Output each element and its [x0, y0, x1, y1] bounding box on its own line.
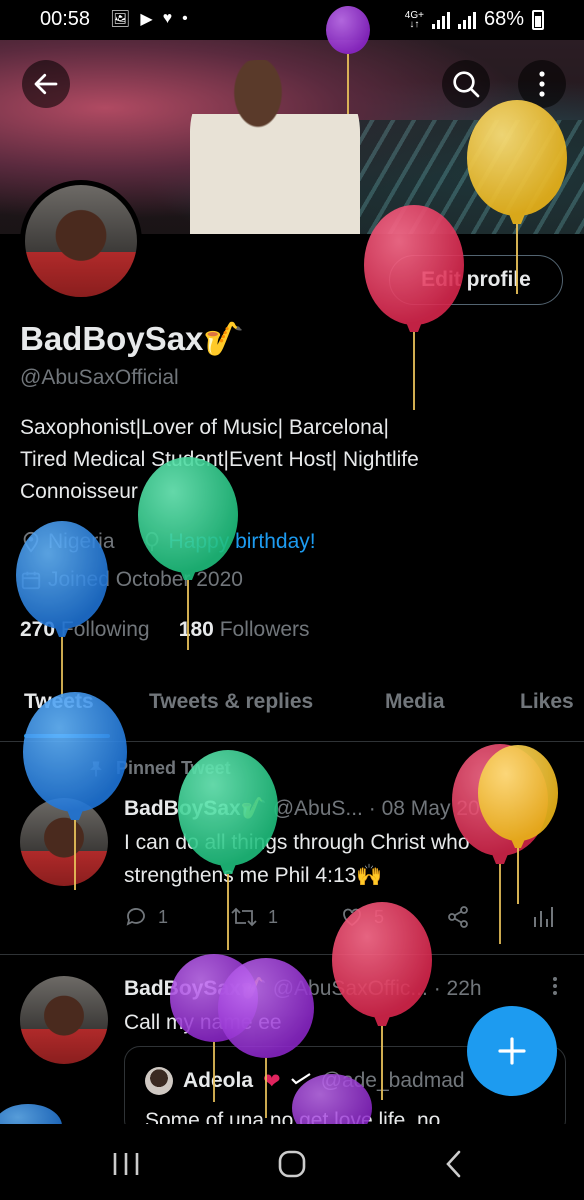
- tweet-author-name[interactable]: BadBoySax🎷: [124, 797, 267, 820]
- edit-profile-button[interactable]: Edit profile: [389, 255, 563, 305]
- retweet-count: 1: [268, 906, 279, 927]
- quoted-avatar: [145, 1067, 173, 1095]
- dot-icon: •: [182, 10, 188, 27]
- analytics-button[interactable]: [532, 905, 554, 929]
- tweet-time: · 22h: [433, 977, 482, 1000]
- arrow-left-icon: [34, 73, 58, 95]
- followers-count: 180: [178, 618, 214, 641]
- tweet-divider: [0, 954, 584, 955]
- notification-icons: 🖼 ▶ ♥ •: [110, 9, 188, 29]
- location-icon: [23, 531, 39, 553]
- chevron-left-icon: [446, 1150, 461, 1178]
- tweet-header: BadBoySax🎷 @AbuS... · 08 May 20: [124, 797, 480, 821]
- like-button[interactable]: 5: [340, 905, 384, 929]
- heart-emoji-icon: ❤: [263, 1069, 281, 1093]
- tweet-body[interactable]: I can do all things through Christ who s…: [124, 826, 564, 892]
- tweet-header: BadBoySax🎷 @AbuSaxOffic... · 22h: [124, 977, 482, 1001]
- network-arrows: ↓↑: [409, 18, 420, 30]
- tweet-author-handle: @AbuS...: [272, 797, 363, 820]
- tweet-time: · 08 May 20: [368, 797, 480, 820]
- heart-icon: ♥: [162, 10, 173, 27]
- pin-icon: [90, 761, 102, 776]
- followers-link[interactable]: 180 Followers: [179, 618, 310, 641]
- back-nav-button[interactable]: [424, 1144, 484, 1184]
- back-button[interactable]: [22, 60, 70, 108]
- search-button[interactable]: [442, 60, 490, 108]
- profile-tabs: Tweets Tweets & replies Media Likes: [0, 680, 584, 742]
- following-label: Following: [60, 618, 150, 641]
- verified-icon: [290, 1073, 311, 1085]
- tab-likes[interactable]: Likes: [520, 690, 574, 714]
- network-indicator: 4G+ ↓↑: [405, 10, 424, 30]
- tweet-body-line-1: I can do all things through Christ who: [124, 831, 470, 854]
- battery-percent: 68%: [483, 8, 524, 30]
- reply-count: 1: [158, 906, 169, 927]
- calendar-icon: [21, 571, 41, 590]
- following-link[interactable]: 270 Following: [20, 618, 150, 641]
- analytics-icon: [533, 907, 553, 927]
- plus-icon: [498, 1037, 526, 1065]
- banner-stage-lights: [354, 120, 584, 234]
- bio-line-2: Tired Medical Student|Event Host| Nightl…: [20, 448, 419, 471]
- tab-media[interactable]: Media: [385, 690, 445, 714]
- system-nav-bar: [0, 1124, 584, 1200]
- quoted-author-name: Adeola: [183, 1069, 254, 1092]
- location-text: Nigeria: [48, 530, 115, 553]
- pinned-label: Pinned Tweet: [86, 758, 231, 779]
- tweet-body-line-2: strengthens me Phil 4:13🙌: [124, 864, 383, 887]
- recent-apps-button[interactable]: [96, 1144, 156, 1184]
- profile-joined-row: Joined October 2020: [20, 568, 243, 592]
- youtube-icon: ▶: [140, 11, 153, 28]
- bio-line-1: Saxophonist|Lover of Music| Barcelona|: [20, 416, 389, 439]
- balloon-red-1: [364, 205, 464, 410]
- signal-icon: [431, 11, 450, 29]
- gallery-icon: 🖼: [110, 11, 131, 28]
- share-button[interactable]: [446, 905, 470, 929]
- tweet-author-handle: @AbuSaxOffic...: [272, 977, 428, 1000]
- tweet-actions: 1 1 5: [124, 905, 554, 929]
- profile-handle: @AbuSaxOfficial: [20, 366, 179, 389]
- tweet-author-name[interactable]: BadBoySax🎷: [124, 977, 267, 1000]
- quoted-tweet-header: Adeola ❤ @ade_badmad: [145, 1067, 465, 1095]
- retweet-icon: [231, 907, 257, 927]
- status-bar: 00:58 🖼 ▶ ♥ • 4G+ ↓↑ 68%: [0, 0, 584, 40]
- birthday-link[interactable]: Happy birthday!: [169, 530, 316, 554]
- more-vertical-icon: [539, 71, 545, 97]
- heart-outline-icon: [343, 908, 361, 927]
- tweet-more-button[interactable]: [552, 976, 558, 1002]
- tab-indicator: [24, 734, 110, 738]
- status-time: 00:58: [40, 8, 91, 30]
- like-count: 5: [374, 906, 385, 927]
- tweet-avatar[interactable]: [20, 976, 108, 1064]
- share-icon: [448, 906, 468, 928]
- signal-icon-2: [457, 11, 476, 29]
- pinned-text: Pinned Tweet: [116, 758, 231, 778]
- retweet-button[interactable]: 1: [230, 905, 278, 929]
- followers-label: Followers: [219, 618, 310, 641]
- quoted-author-handle: @ade_badmad: [320, 1069, 465, 1092]
- profile-bio: Saxophonist|Lover of Music| Barcelona| T…: [20, 412, 570, 508]
- follow-stats: 270 Following 180 Followers: [20, 618, 310, 642]
- balloon-icon: [145, 531, 158, 552]
- profile-avatar[interactable]: [20, 180, 142, 302]
- profile-meta-row: Nigeria Happy birthday!: [20, 530, 316, 554]
- following-count: 270: [20, 618, 56, 641]
- reply-icon: [126, 908, 145, 926]
- tweet-avatar[interactable]: [20, 798, 108, 886]
- tab-tweets-replies[interactable]: Tweets & replies: [149, 690, 313, 714]
- joined-text: Joined October 2020: [48, 568, 243, 591]
- banner-performer: [190, 60, 360, 234]
- search-icon: [453, 71, 480, 98]
- reply-button[interactable]: 1: [124, 905, 168, 929]
- tab-tweets[interactable]: Tweets: [24, 690, 94, 714]
- recent-apps-icon: [113, 1153, 139, 1175]
- home-icon: [278, 1150, 306, 1178]
- bio-line-3: Connoisseur: [20, 480, 138, 503]
- battery-icon: [532, 9, 544, 30]
- more-options-button[interactable]: [518, 60, 566, 108]
- compose-tweet-button[interactable]: [467, 1006, 557, 1096]
- more-vertical-icon: [553, 977, 557, 995]
- home-button[interactable]: [262, 1144, 322, 1184]
- profile-name: BadBoySax🎷: [20, 320, 245, 357]
